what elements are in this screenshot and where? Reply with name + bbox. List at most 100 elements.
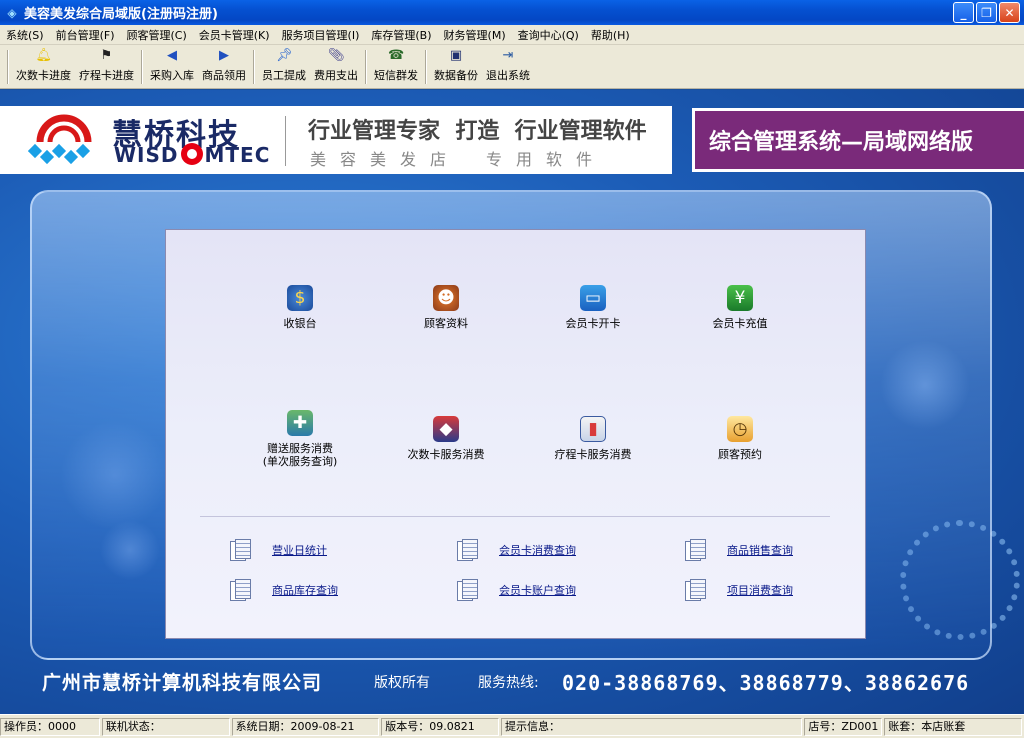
document-icon	[457, 579, 478, 601]
document-icon	[685, 579, 706, 601]
card-open-button[interactable]: ▭ 会员卡开卡	[533, 285, 653, 330]
status-account: 账套：本店账套	[884, 717, 1023, 736]
status-tips: 提示信息：	[501, 717, 803, 736]
goods-stock-link[interactable]: 商品库存查询	[230, 579, 338, 601]
card-consumption-link[interactable]: 会员卡消费查询	[457, 539, 576, 561]
minimize-button[interactable]: _	[953, 2, 974, 23]
item-consumption-link[interactable]: 项目消费查询	[685, 579, 793, 601]
function-label: 会员卡充值	[712, 317, 768, 330]
menu-bar: 系统(S) 前台管理(F) 顾客管理(C) 会员卡管理(K) 服务项目管理(I)…	[0, 25, 1024, 45]
goods-requisition-button[interactable]: ▶ 商品领用	[198, 48, 250, 88]
document-icon	[457, 539, 478, 561]
menu-service-items[interactable]: 服务项目管理(I)	[276, 27, 366, 43]
document-icon	[685, 539, 706, 561]
edition-banner: 综合管理系统—局域网络版	[692, 108, 1024, 172]
staff-commission-button[interactable]: 📌︎ 员工提成	[258, 48, 310, 88]
people-icon: ☻	[433, 285, 459, 311]
book-icon: ◆	[433, 416, 459, 442]
appointment-button[interactable]: ◷ 顾客预约	[680, 416, 800, 461]
arrow-left-icon: ◀	[167, 48, 177, 63]
link-label: 商品库存查询	[272, 584, 338, 597]
function-label: 收银台	[283, 317, 317, 330]
function-label: 次数卡服务消费	[407, 448, 485, 461]
menu-customer[interactable]: 顾客管理(C)	[121, 27, 193, 43]
function-label: 顾客预约	[718, 448, 762, 461]
close-button[interactable]: ✕	[999, 2, 1020, 23]
phone-icon: ☎	[388, 48, 405, 63]
pin-icon: 📌︎	[276, 48, 293, 63]
purchase-stock-in-button[interactable]: ◀ 采购入库	[146, 48, 198, 88]
toolbar-label: 员工提成	[262, 69, 306, 82]
course-card-progress-button[interactable]: ⚑ 疗程卡进度	[75, 48, 138, 88]
count-card-progress-button[interactable]: 🔔︎ 次数卡进度	[12, 48, 75, 88]
edition-title: 综合管理系统—局域网络版	[709, 130, 974, 155]
slogan-line-1: 行业管理专家 打造 行业管理软件	[308, 119, 647, 144]
link-label: 会员卡消费查询	[499, 544, 576, 557]
count-card-service-button[interactable]: ◆ 次数卡服务消费	[386, 416, 506, 461]
money-icon: ¥	[727, 285, 753, 311]
gift-box-icon: ✚	[287, 410, 313, 436]
hotline-label: 服务热线:	[478, 675, 539, 691]
menu-query-center[interactable]: 查询中心(Q)	[512, 27, 585, 43]
status-bar: 操作员：0000 联机状态： 系统日期：2009-08-21 版本号：09.08…	[0, 714, 1024, 738]
status-operator: 操作员：0000	[0, 717, 100, 736]
document-icon	[230, 539, 251, 561]
cashier-button[interactable]: $ 收银台	[240, 285, 360, 330]
arrow-right-icon: ▶	[219, 48, 229, 63]
toolbar-label: 数据备份	[434, 69, 478, 82]
slogan-line-2-right: 专用软件	[486, 150, 607, 169]
bulk-sms-button[interactable]: ☎ 短信群发	[370, 48, 422, 88]
data-backup-button[interactable]: ▣ 数据备份	[430, 48, 482, 88]
function-label: 赠送服务消费	[267, 442, 333, 455]
status-date: 系统日期：2009-08-21	[231, 717, 380, 736]
function-sublabel: (单次服务查询)	[262, 455, 338, 468]
course-card-service-button[interactable]: ▮ 疗程卡服务消费	[533, 416, 653, 461]
company-logo	[27, 112, 100, 168]
gift-service-button[interactable]: ✚ 赠送服务消费 (单次服务查询)	[240, 410, 360, 468]
card-account-link[interactable]: 会员卡账户查询	[457, 579, 576, 601]
panel-divider	[200, 516, 830, 517]
menu-help[interactable]: 帮助(H)	[585, 27, 636, 43]
logo-o-mark	[180, 143, 203, 165]
checker-flag-icon: ⚑	[100, 48, 113, 63]
function-label: 疗程卡服务消费	[554, 448, 632, 461]
floppy-disk-icon: ▣	[449, 48, 463, 63]
goods-sales-link[interactable]: 商品销售查询	[685, 539, 793, 561]
card-icon: ▭	[580, 285, 606, 311]
customer-info-button[interactable]: ☻ 顾客资料	[386, 285, 506, 330]
restore-button[interactable]: ❐	[976, 2, 997, 23]
document-icon	[230, 579, 251, 601]
toolbar-label: 次数卡进度	[16, 69, 71, 82]
link-label: 项目消费查询	[727, 584, 793, 597]
exit-system-button[interactable]: ⇥ 退出系统	[482, 48, 534, 88]
brand-en-right: MTEC	[204, 143, 271, 167]
menu-member-card[interactable]: 会员卡管理(K)	[193, 27, 276, 43]
exit-door-icon: ⇥	[502, 48, 514, 63]
toolbar: 🔔︎ 次数卡进度 ⚑ 疗程卡进度 ◀ 采购入库 ▶ 商品领用 📌︎ 员工提成 📎…	[0, 45, 1024, 89]
menu-system[interactable]: 系统(S)	[0, 27, 50, 43]
link-label: 商品销售查询	[727, 544, 793, 557]
link-label: 会员卡账户查询	[499, 584, 576, 597]
toolbar-separator	[7, 50, 9, 84]
expense-button[interactable]: 📎︎ 费用支出	[310, 48, 362, 88]
toolbar-separator	[253, 50, 255, 84]
card-recharge-button[interactable]: ¥ 会员卡充值	[680, 285, 800, 330]
toolbar-separator	[141, 50, 143, 84]
daily-stats-link[interactable]: 营业日统计	[230, 539, 327, 561]
menu-inventory[interactable]: 库存管理(B)	[365, 27, 437, 43]
toolbar-label: 短信群发	[374, 69, 418, 82]
clock-icon: ◷	[727, 416, 753, 442]
brand-en-left: WISD	[114, 143, 179, 167]
menu-front-desk[interactable]: 前台管理(F)	[50, 27, 121, 43]
toolbar-label: 采购入库	[150, 69, 194, 82]
menu-finance[interactable]: 财务管理(M)	[438, 27, 512, 43]
toolbar-label: 商品领用	[202, 69, 246, 82]
toolbar-label: 费用支出	[314, 69, 358, 82]
slogan-line-2: 美容美发店 专用软件	[310, 146, 606, 170]
toolbar-label: 疗程卡进度	[79, 69, 134, 82]
function-label: 顾客资料	[424, 317, 468, 330]
link-label: 营业日统计	[272, 544, 327, 557]
bar-chart-icon: ▮	[580, 416, 606, 442]
status-version: 版本号：09.0821	[381, 717, 500, 736]
company-name: 广州市慧桥计算机科技有限公司	[42, 672, 323, 694]
